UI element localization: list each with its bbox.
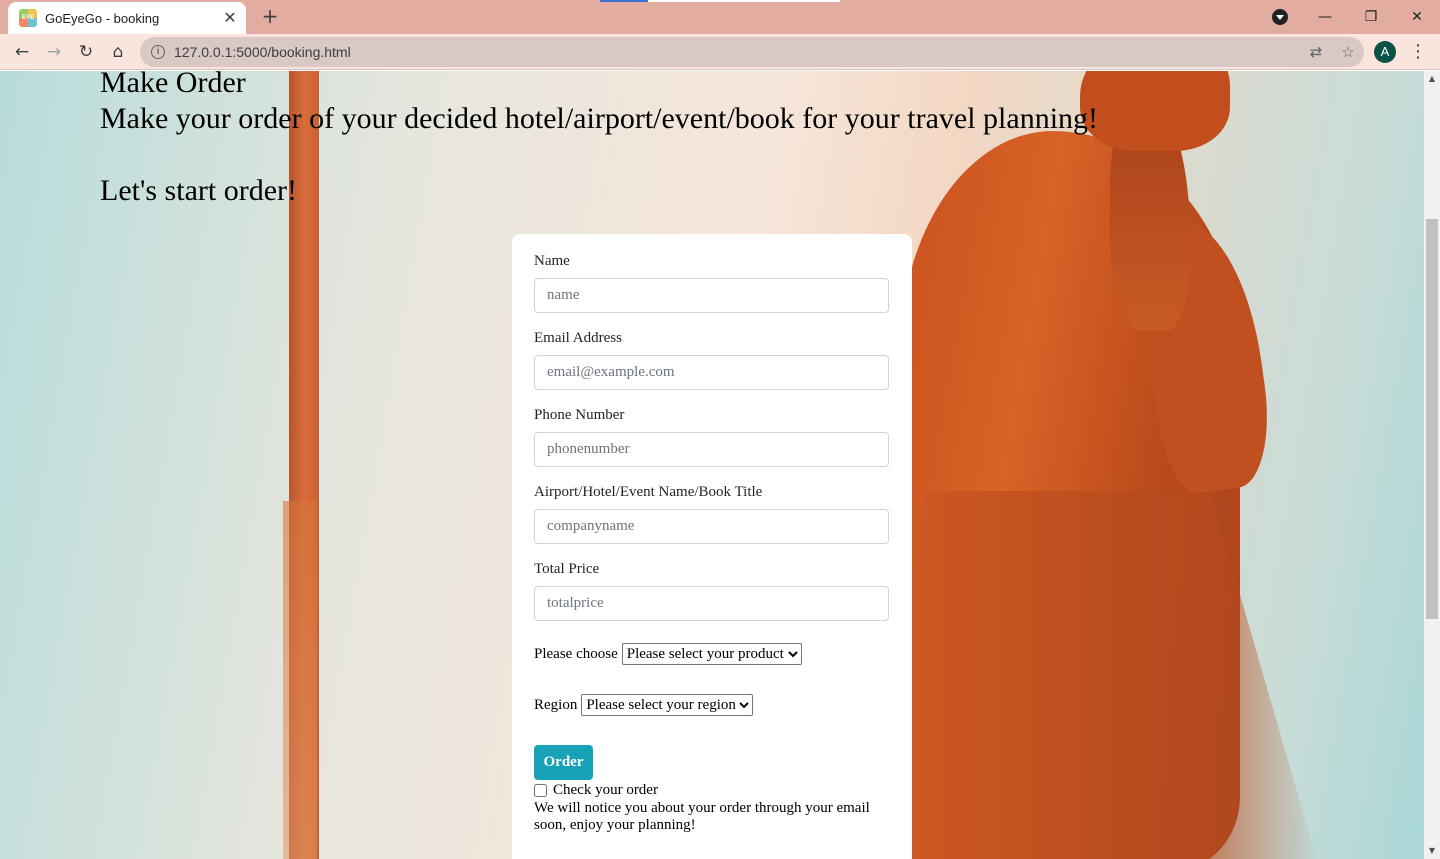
- tab-search-icon[interactable]: [1272, 9, 1288, 25]
- translate-icon[interactable]: ⇄: [1300, 43, 1332, 61]
- background-person-hat: [1080, 71, 1230, 151]
- company-label: Airport/Hotel/Event Name/Book Title: [534, 484, 763, 500]
- restore-button[interactable]: ❐: [1348, 9, 1394, 25]
- window-controls: — ❐ ✕: [1272, 0, 1440, 34]
- site-info-icon[interactable]: i: [151, 45, 165, 59]
- order-button[interactable]: Order: [534, 745, 593, 780]
- name-label: Name: [534, 253, 570, 269]
- reload-button[interactable]: ↻: [70, 36, 102, 68]
- email-input[interactable]: [534, 355, 889, 390]
- browser-toolbar: ← → ↻ ⌂ i 127.0.0.1:5000/booking.html ⇄ …: [0, 34, 1440, 70]
- tab-strip-indicator-secondary: [648, 0, 840, 2]
- phone-label: Phone Number: [534, 407, 625, 423]
- region-select-row: Region Please select your region: [534, 694, 890, 716]
- phone-input[interactable]: [534, 432, 889, 467]
- background-person-skirt: [880, 491, 1320, 859]
- product-select-label: Please choose: [534, 645, 618, 662]
- site-favicon-icon: EYE: [19, 9, 37, 27]
- check-order-checkbox[interactable]: [534, 783, 547, 797]
- home-button[interactable]: ⌂: [102, 36, 134, 68]
- region-select[interactable]: Please select your region: [581, 694, 754, 716]
- start-order-heading: Let's start order!: [100, 174, 297, 207]
- page-subtitle: Make your order of your decided hotel/ai…: [100, 102, 1099, 135]
- forward-button[interactable]: →: [38, 36, 70, 68]
- page-scrollbar[interactable]: ▲ ▼: [1424, 71, 1440, 859]
- scroll-down-arrow-icon[interactable]: ▼: [1424, 843, 1440, 859]
- tab-strip-indicator: [600, 0, 648, 2]
- profile-avatar[interactable]: A: [1374, 41, 1396, 63]
- price-input[interactable]: [534, 586, 889, 621]
- browser-tab[interactable]: EYE GoEyeGo - booking ✕: [8, 2, 246, 34]
- name-input[interactable]: [534, 278, 889, 313]
- browser-menu-icon[interactable]: ⋮: [1408, 38, 1428, 66]
- email-label: Email Address: [534, 330, 622, 346]
- new-tab-button[interactable]: +: [258, 4, 282, 28]
- intro-section: Make Order Make your order of your decid…: [100, 71, 1098, 209]
- browser-tab-bar: EYE GoEyeGo - booking ✕ + — ❐ ✕: [0, 0, 1440, 34]
- tab-close-icon[interactable]: ✕: [220, 8, 240, 28]
- order-form-card: Name Email Address Phone Number Airport/…: [512, 234, 912, 859]
- address-url[interactable]: 127.0.0.1:5000/booking.html: [174, 44, 1300, 60]
- product-select[interactable]: Please select your product: [621, 643, 802, 665]
- scroll-up-arrow-icon[interactable]: ▲: [1424, 71, 1440, 87]
- scrollbar-thumb[interactable]: [1426, 219, 1438, 619]
- product-select-row: Please choose Please select your product: [534, 643, 890, 665]
- region-select-label: Region: [534, 696, 578, 713]
- background-pole-lower: [283, 501, 317, 859]
- order-notice-text: We will notice you about your order thro…: [534, 800, 870, 833]
- company-input[interactable]: [534, 509, 889, 544]
- address-bar[interactable]: i 127.0.0.1:5000/booking.html ⇄ ☆: [140, 37, 1364, 67]
- page-viewport: Make Order Make your order of your decid…: [0, 71, 1424, 859]
- price-label: Total Price: [534, 561, 600, 577]
- close-window-button[interactable]: ✕: [1394, 9, 1440, 25]
- check-order-label: Check your order: [553, 781, 658, 798]
- minimize-button[interactable]: —: [1302, 9, 1348, 25]
- check-order-row: Check your order: [534, 780, 890, 800]
- page-title: Make Order: [100, 71, 246, 99]
- bookmark-star-icon[interactable]: ☆: [1332, 43, 1364, 61]
- back-button[interactable]: ←: [6, 36, 38, 68]
- tab-title: GoEyeGo - booking: [45, 10, 160, 26]
